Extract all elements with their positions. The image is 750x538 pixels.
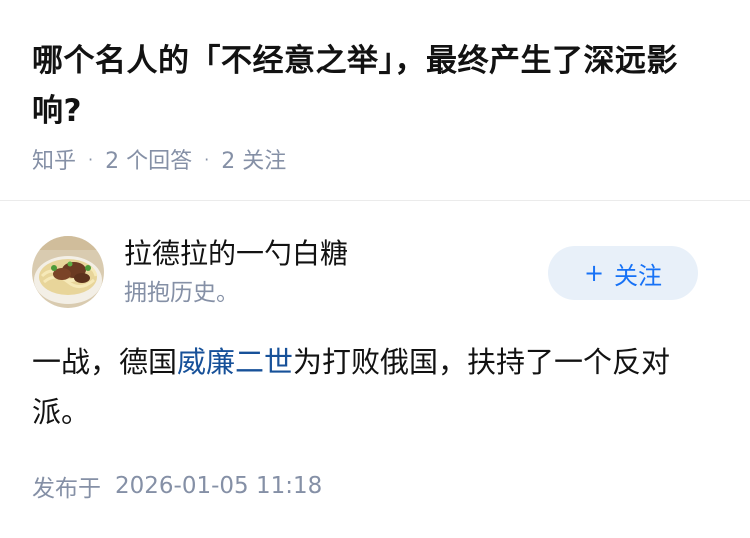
followers-count: 2 关注 bbox=[221, 149, 287, 174]
author-bio: 拥抱历史。 bbox=[124, 280, 239, 306]
published-label: 发布于 bbox=[32, 476, 101, 502]
meta-separator: · bbox=[204, 149, 210, 169]
published-time: 2026-01-05 11:18 bbox=[115, 473, 323, 499]
answer-text-before: 一战，德国 bbox=[32, 345, 178, 379]
author-name[interactable]: 拉德拉的一勺白糖 bbox=[124, 234, 348, 274]
answer-content[interactable]: 一战，德国威廉二世为打败俄国，扶持了一个反对派。 bbox=[32, 337, 722, 437]
meta-separator: · bbox=[88, 149, 94, 169]
follow-button[interactable]: + 关注 bbox=[548, 246, 698, 300]
plus-icon: + bbox=[583, 259, 605, 287]
question-title[interactable]: 哪个名人的「不经意之举」，最终产生了深远影响? bbox=[32, 36, 722, 136]
noodle-bowl-avatar-icon bbox=[32, 236, 104, 308]
follow-label: 关注 bbox=[614, 261, 663, 290]
publish-info: 发布于 2026-01-05 11:18 bbox=[32, 466, 322, 506]
section-divider bbox=[0, 200, 750, 201]
answer-link[interactable]: 威廉二世 bbox=[177, 345, 293, 379]
answers-count[interactable]: 2 个回答 bbox=[105, 143, 192, 175]
author-avatar[interactable] bbox=[32, 236, 104, 308]
question-meta: 知乎 · 2 个回答 · 2 关注 bbox=[32, 142, 286, 176]
source-label[interactable]: 知乎 bbox=[32, 143, 76, 175]
